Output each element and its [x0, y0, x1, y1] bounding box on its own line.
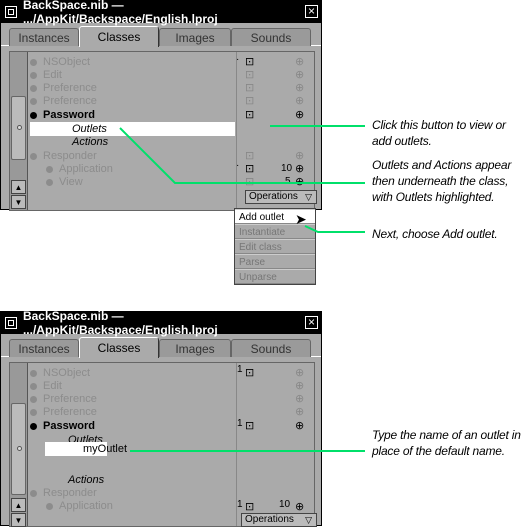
cursor-arrow-icon: ➤ [295, 211, 307, 227]
title-bar[interactable]: BackSpace.nib — .../AppKit/Backspace/Eng… [1, 0, 321, 26]
close-icon[interactable]: × [305, 316, 318, 329]
tab-images[interactable]: Images [159, 28, 231, 46]
menu-item-parse[interactable]: Parse [235, 254, 315, 269]
tab-sounds[interactable]: Sounds [231, 339, 311, 357]
tab-classes[interactable]: Classes [79, 26, 159, 47]
tab-instances[interactable]: Instances [9, 339, 79, 357]
outlet-button-icon[interactable]: ⊡ [245, 151, 254, 162]
callout-type-name: Type the name of an outlet in place of t… [372, 428, 521, 458]
add-outlet-icon[interactable]: ⊕ [295, 83, 304, 94]
callout-add-outlet: Next, choose Add outlet. [372, 227, 498, 241]
scroll-knob[interactable] [11, 403, 26, 495]
add-outlet-icon[interactable]: ⊕ [295, 57, 304, 68]
outlet-count: 10 [279, 499, 291, 510]
class-row[interactable]: NSObject [30, 56, 90, 69]
window-title: BackSpace.nib — .../AppKit/Backspace/Eng… [22, 309, 218, 337]
class-row[interactable]: Preference [30, 406, 97, 419]
callout-outlets-actions: Outlets and Actions appear then undernea… [372, 158, 512, 204]
class-row-password[interactable]: Password [30, 420, 95, 433]
menu-item-edit-class[interactable]: Edit class [235, 239, 315, 254]
outlets-row[interactable]: Outlets [72, 123, 107, 136]
nib-window-2: BackSpace.nib — .../AppKit/Backspace/Eng… [0, 309, 322, 527]
outlet-button-icon[interactable]: ⊡ [245, 502, 254, 513]
class-row[interactable]: Edit [30, 380, 62, 393]
class-row[interactable]: Preference [30, 95, 97, 108]
add-outlet-icon[interactable]: ⊕ [295, 70, 304, 81]
outlet-button-icon[interactable]: ⊡ [245, 96, 254, 107]
pulldown-arrow-icon: ▽ [305, 515, 312, 525]
class-row-password[interactable]: Password [30, 109, 95, 122]
add-outlet-icon[interactable]: ⊕ [295, 368, 304, 379]
add-outlet-icon[interactable]: ⊕ [295, 421, 304, 432]
add-outlet-icon[interactable]: ⊕ [295, 110, 304, 121]
outlet-name-field[interactable]: myOutlet [83, 443, 127, 456]
add-outlet-icon[interactable]: ⊕ [295, 407, 304, 418]
outlet-button-icon[interactable]: ⊡ [245, 164, 254, 175]
actions-row[interactable]: Actions [72, 136, 108, 149]
vertical-scrollbar[interactable]: ▲ ▼ [10, 363, 28, 527]
class-row[interactable]: Application [46, 500, 113, 513]
tab-bar: Instances Classes Images Sounds [1, 26, 321, 47]
scroll-knob[interactable] [11, 96, 26, 160]
outlet-count: 10 [281, 163, 293, 174]
actions-row[interactable]: Actions [68, 474, 104, 487]
scroll-up-icon[interactable]: ▲ [11, 498, 26, 512]
window-title: BackSpace.nib — .../AppKit/Backspace/Eng… [22, 0, 218, 26]
tab-sounds[interactable]: Sounds [231, 28, 311, 46]
class-row[interactable]: Edit [30, 69, 62, 82]
add-outlet-icon[interactable]: ⊕ [295, 177, 304, 188]
menu-item-unparse[interactable]: Unparse [235, 269, 315, 284]
scroll-down-icon[interactable]: ▼ [11, 195, 26, 209]
vertical-scrollbar[interactable]: ▲ ▼ [10, 52, 28, 210]
scroll-down-icon[interactable]: ▼ [11, 513, 26, 527]
tab-classes[interactable]: Classes [79, 337, 159, 358]
outlet-button-icon[interactable]: ⊡ [245, 421, 254, 432]
outlet-button-icon[interactable]: ⊡ [245, 110, 254, 121]
outlet-button-icon[interactable]: ⊡ [245, 368, 254, 379]
scroll-up-icon[interactable]: ▲ [11, 180, 26, 194]
operations-popup[interactable]: Operations ▽ [241, 513, 317, 527]
class-row[interactable]: Preference [30, 82, 97, 95]
outlet-action-column: · ⊡ ⊕ ⊡ ⊕ ⊡ ⊕ ⊡ ⊕ ⊡ ⊕ ⊡ ⊕ · ⊡ 10 ⊕ ⊡ 5 ⊕… [236, 52, 318, 210]
add-outlet-icon[interactable]: ⊕ [295, 394, 304, 405]
outlets-highlight [30, 122, 235, 136]
add-outlet-icon[interactable]: ⊕ [295, 502, 304, 513]
window-icon[interactable] [5, 6, 17, 18]
outlet-button-icon[interactable]: ⊡ [245, 83, 254, 94]
tab-images[interactable]: Images [159, 339, 231, 357]
class-browser: ▲ ▼ NSObject Edit Preference Preference … [9, 51, 318, 211]
add-outlet-icon[interactable]: ⊕ [295, 381, 304, 392]
class-row[interactable]: View [46, 176, 83, 189]
outlet-button-icon[interactable]: ⊡ [245, 57, 254, 68]
nib-window-1: BackSpace.nib — .../AppKit/Backspace/Eng… [0, 0, 322, 211]
outlet-count: 1 [237, 499, 243, 510]
callout-view-outlets: Click this button to view or add outlets… [372, 118, 506, 148]
window-icon[interactable] [5, 317, 17, 329]
tab-bar: Instances Classes Images Sounds [1, 337, 321, 358]
outlet-button-icon[interactable]: ⊡ [245, 70, 254, 81]
class-row[interactable]: Preference [30, 393, 97, 406]
class-row[interactable]: Application [46, 163, 113, 176]
class-row[interactable]: Responder [30, 487, 97, 500]
outlet-count: 5 [285, 176, 291, 187]
add-outlet-icon[interactable]: ⊕ [295, 164, 304, 175]
tab-instances[interactable]: Instances [9, 28, 79, 46]
add-outlet-icon[interactable]: ⊕ [295, 96, 304, 107]
outlet-action-column: ⊕ ⊕ ⊕ ⊕ 1 ⊡ 1 ⊡ ⊕ 1 ⊡ 10 ⊕ Operations ▽ [236, 363, 318, 527]
add-outlet-icon[interactable]: ⊕ [295, 151, 304, 162]
title-bar[interactable]: BackSpace.nib — .../AppKit/Backspace/Eng… [1, 309, 321, 337]
class-row[interactable]: Responder [30, 150, 97, 163]
outlet-count: 1 [237, 418, 243, 429]
outlet-count: 1 [237, 364, 243, 375]
operations-popup[interactable]: Operations ▽ [245, 190, 317, 204]
class-row[interactable]: NSObject [30, 367, 90, 380]
close-icon[interactable]: × [305, 5, 318, 18]
pulldown-arrow-icon: ▽ [305, 192, 312, 202]
outlet-button-icon[interactable]: ⊡ [245, 177, 254, 188]
